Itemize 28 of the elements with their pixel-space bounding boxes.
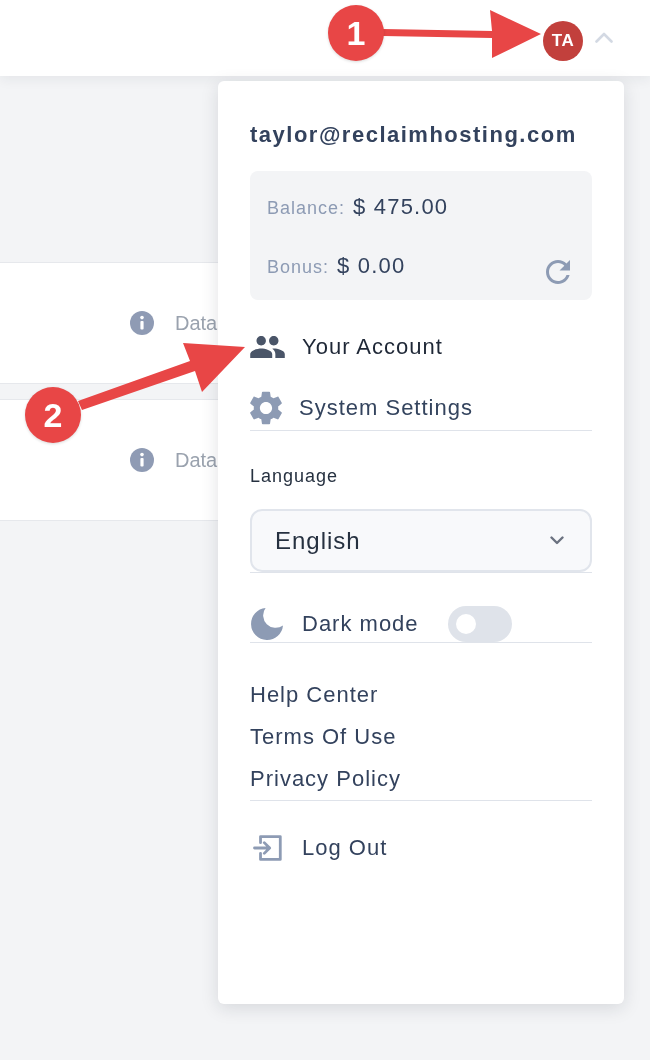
balance-label: Balance: xyxy=(267,198,346,219)
info-icon xyxy=(130,448,154,472)
logout-button[interactable]: Log Out xyxy=(250,826,388,870)
toggle-label: Dark mode xyxy=(302,611,419,637)
settings-icon xyxy=(250,391,282,425)
toggle-switch[interactable] xyxy=(447,606,512,642)
balance-label: Bonus: xyxy=(267,257,330,278)
step-number: 2 xyxy=(25,387,81,443)
card-text: Data xyxy=(175,448,218,472)
chevron-up-icon[interactable] xyxy=(595,32,613,43)
menu-link[interactable]: Help Center xyxy=(250,674,379,716)
refresh-icon[interactable] xyxy=(546,260,570,284)
logout-icon xyxy=(253,835,282,861)
user-avatar[interactable]: TA xyxy=(543,21,583,61)
info-icon xyxy=(130,311,154,335)
people-icon xyxy=(250,336,285,358)
account-email: taylor@reclaimhosting.com xyxy=(250,121,577,149)
menu-item[interactable]: Your Account xyxy=(250,325,443,369)
menu-link[interactable]: Privacy Policy xyxy=(250,758,401,800)
caret-icon xyxy=(550,536,564,545)
menu-link[interactable]: Terms Of Use xyxy=(250,716,397,758)
field-label: Language xyxy=(250,465,339,488)
card-text: Data xyxy=(175,311,218,335)
balance-amount: $ 0.00 xyxy=(337,253,406,279)
moon-icon xyxy=(251,608,283,640)
menu-item[interactable]: System Settings xyxy=(250,386,473,430)
balance-amount: $ 475.00 xyxy=(353,194,449,220)
language-select[interactable]: English xyxy=(250,509,592,572)
